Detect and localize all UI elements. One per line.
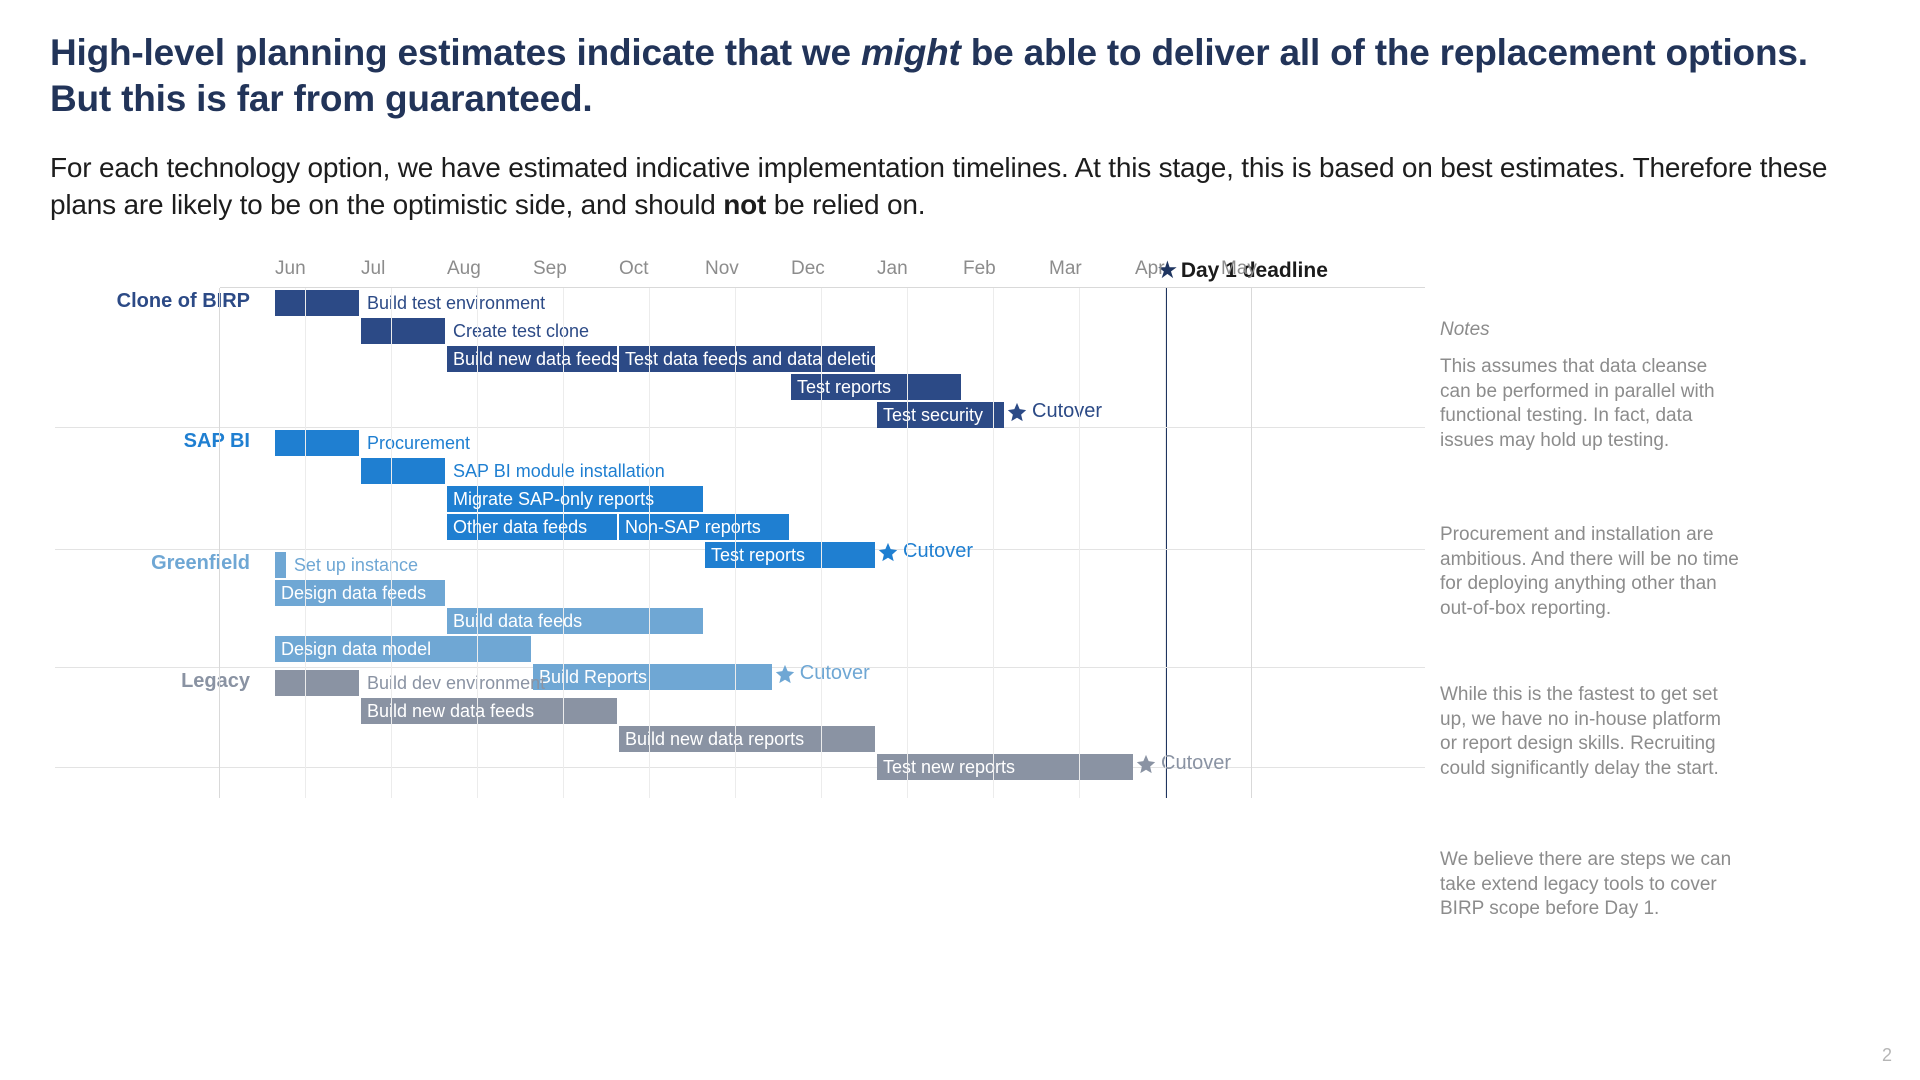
track-note: This assumes that data cleanse can be pe…	[1440, 355, 1740, 454]
month-label: Feb	[963, 258, 996, 280]
month-label: May	[1221, 258, 1257, 280]
gantt-bar: Test data feeds and data deletion	[619, 346, 875, 372]
cutover-marker: Cutover	[1135, 752, 1231, 775]
gantt-bar-label: Build dev environment	[367, 670, 545, 696]
grid-right-edge	[1251, 288, 1252, 798]
gridline	[821, 288, 822, 798]
gantt-bar-label: Set up instance	[294, 552, 418, 578]
gantt-bar: Create test clone	[361, 318, 445, 344]
track-bars: ProcurementSAP BI module installationMig…	[220, 428, 1425, 550]
gantt-bar: Test new reports	[877, 754, 1133, 780]
gantt-bar: Test security	[877, 402, 1004, 428]
track-bars: Build dev environmentBuild new data feed…	[220, 668, 1425, 768]
month-label: Jan	[877, 258, 908, 280]
month-label: Aug	[447, 258, 481, 280]
month-axis: Jun Jul Aug Sep Oct Nov Dec Jan Feb Mar Apr May	[220, 258, 1425, 288]
gantt-bar: Build dev environment	[275, 670, 359, 696]
subtitle-part-b: be relied on.	[766, 189, 925, 220]
gantt-bar: Build data feeds	[447, 608, 703, 634]
track-bars: Set up instanceDesign data feedsBuild da…	[220, 550, 1425, 668]
subtitle-bold: not	[723, 189, 766, 220]
gantt-bar-label: Build test environment	[367, 290, 545, 316]
gridline	[735, 288, 736, 798]
title-em: might	[861, 32, 961, 73]
title-part-a: High-level planning estimates indicate t…	[50, 32, 861, 73]
cutover-label: Cutover	[1161, 752, 1231, 775]
gridline	[649, 288, 650, 798]
gantt-bar: Build new data reports	[619, 726, 875, 752]
gantt-bar: Build test environment	[275, 290, 359, 316]
gridline	[563, 288, 564, 798]
slide-title: High-level planning estimates indicate t…	[50, 30, 1870, 123]
track-note: While this is the fastest to get set up,…	[1440, 683, 1740, 782]
gantt-bar-label: Procurement	[367, 430, 470, 456]
gantt-bar: Design data model	[275, 636, 531, 662]
gridline	[1079, 288, 1080, 798]
gantt-track: GreenfieldSet up instanceDesign data fee…	[55, 550, 1425, 668]
gridline	[993, 288, 994, 798]
page-number: 2	[1882, 1045, 1892, 1066]
cutover-marker: Cutover	[1006, 400, 1102, 423]
gantt-bar-label: Create test clone	[453, 318, 589, 344]
gantt-bar: Procurement	[275, 430, 359, 456]
gantt-track: Clone of BIRPBuild test environmentCreat…	[55, 288, 1425, 428]
gantt-track: SAP BIProcurementSAP BI module installat…	[55, 428, 1425, 550]
month-label: Nov	[705, 258, 739, 280]
gridline	[305, 288, 306, 798]
month-label: Apr	[1135, 258, 1165, 280]
grid-left-edge	[219, 288, 220, 798]
gridline	[907, 288, 908, 798]
month-label: Dec	[791, 258, 825, 280]
slide-subtitle: For each technology option, we have esti…	[50, 149, 1870, 225]
month-label: Jun	[275, 258, 306, 280]
track-note: We believe there are steps we can take e…	[1440, 848, 1740, 922]
track-note: Procurement and installation are ambitio…	[1440, 523, 1740, 622]
gridline	[391, 288, 392, 798]
gantt-bar: Other data feeds	[447, 514, 617, 540]
month-label: Jul	[361, 258, 385, 280]
gantt-tracks: Clone of BIRPBuild test environmentCreat…	[55, 288, 1425, 768]
month-label: Sep	[533, 258, 567, 280]
gantt-bar: SAP BI module installation	[361, 458, 445, 484]
gantt-bar: Non-SAP reports	[619, 514, 789, 540]
track-bars: Build test environmentCreate test cloneB…	[220, 288, 1425, 428]
notes-header: Notes	[1440, 319, 1490, 341]
gantt-bar: Set up instance	[275, 552, 286, 578]
gantt-track: LegacyBuild dev environmentBuild new dat…	[55, 668, 1425, 768]
subtitle-part-a: For each technology option, we have esti…	[50, 152, 1827, 221]
gantt-bar: Migrate SAP-only reports	[447, 486, 703, 512]
gridline	[1165, 288, 1166, 798]
month-label: Mar	[1049, 258, 1082, 280]
gantt-bar: Build new data feeds	[447, 346, 617, 372]
gantt-bar: Build new data feeds	[361, 698, 617, 724]
gantt-bar: Test reports	[791, 374, 961, 400]
gridline	[477, 288, 478, 798]
gantt-bar-label: SAP BI module installation	[453, 458, 665, 484]
gantt-bar: Design data feeds	[275, 580, 445, 606]
month-label: Oct	[619, 258, 649, 280]
cutover-label: Cutover	[1032, 400, 1102, 423]
gantt-chart: Jun Jul Aug Sep Oct Nov Dec Jan Feb Mar Apr May Clo…	[55, 258, 1425, 768]
